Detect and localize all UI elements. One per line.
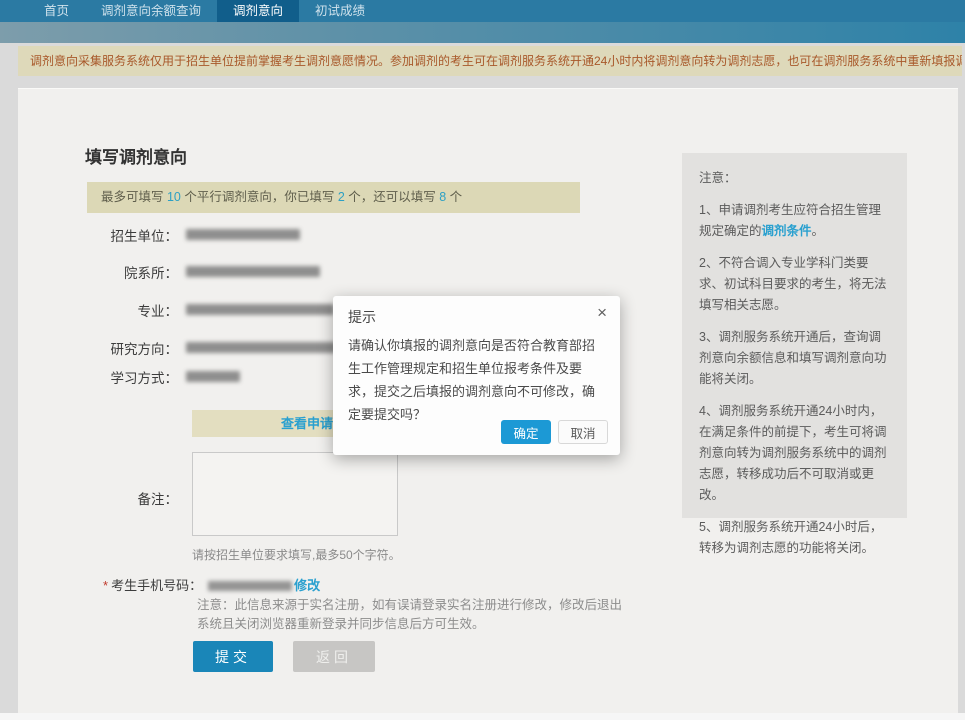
quota-text: 个 bbox=[446, 190, 462, 204]
field-label-department: 院系所： bbox=[85, 262, 178, 282]
redacted-value-study-mode bbox=[186, 371, 240, 382]
confirm-button[interactable]: 确定 bbox=[501, 420, 551, 444]
quota-info-banner: 最多可填写 10 个平行调剂意向，你已填写 2 个，还可以填写 8 个 bbox=[87, 182, 580, 213]
sidebar-note-5: 5、调剂服务系统开通24小时后，转移为调剂志愿的功能将关闭。 bbox=[699, 517, 890, 559]
modify-phone-link[interactable]: 修改 bbox=[294, 578, 320, 593]
sidebar-note-4: 4、调剂服务系统开通24小时内，在满足条件的前提下，考生可将调剂意向转为调剂服务… bbox=[699, 401, 890, 506]
system-notice-banner: 调剂意向采集服务系统仅用于招生单位提前掌握考生调剂意愿情况。参加调剂的考生可在调… bbox=[18, 46, 962, 76]
close-icon[interactable]: × bbox=[597, 304, 607, 321]
field-label-major: 专业： bbox=[85, 300, 178, 320]
field-label-research-direction: 研究方向： bbox=[85, 338, 178, 358]
required-asterisk: * bbox=[103, 578, 108, 593]
quota-text: 最多可填写 bbox=[101, 190, 167, 204]
quota-text: 个平行调剂意向，你已填写 bbox=[181, 190, 338, 204]
quota-max-count: 10 bbox=[167, 190, 181, 204]
notes-sidebar: 注意： 1、申请调剂考生应符合招生管理规定确定的调剂条件。 2、不符合调入专业学… bbox=[682, 153, 907, 518]
page-title: 填写调剂意向 bbox=[85, 143, 187, 168]
top-navbar: 首页 调剂意向余额查询 调剂意向 初试成绩 bbox=[0, 0, 965, 22]
adjustment-conditions-link[interactable]: 调剂条件 bbox=[762, 224, 812, 238]
phone-note-line1: 注意：此信息来源于实名注册，如有误请登录实名注册进行修改，修改后退出 bbox=[197, 596, 622, 615]
sidebar-note-1: 1、申请调剂考生应符合招生管理规定确定的调剂条件。 bbox=[699, 200, 890, 242]
phone-note-line2: 系统且关闭浏览器重新登录并同步信息后方可生效。 bbox=[197, 615, 485, 634]
sidebar-note-3: 3、调剂服务系统开通后，查询调剂意向余额信息和填写调剂意向功能将关闭。 bbox=[699, 327, 890, 390]
nav-tab-quota-query[interactable]: 调剂意向余额查询 bbox=[85, 0, 217, 22]
submit-button[interactable]: 提交 bbox=[193, 641, 273, 672]
phone-label: 考生手机号码： bbox=[111, 578, 202, 593]
redacted-value-admission-unit bbox=[186, 229, 300, 240]
navbar-sub-strip bbox=[0, 22, 965, 43]
remark-textarea[interactable] bbox=[192, 452, 398, 536]
redacted-value-research-direction bbox=[186, 342, 336, 353]
dialog-message: 请确认你填报的调剂意向是否符合教育部招生工作管理规定和招生单位报考条件及要求，提… bbox=[348, 334, 606, 426]
nav-tab-adjustment-intention[interactable]: 调剂意向 bbox=[217, 0, 299, 22]
sidebar-title: 注意： bbox=[699, 168, 890, 189]
page: 首页 调剂意向余额查询 调剂意向 初试成绩 调剂意向采集服务系统仅用于招生单位提… bbox=[0, 0, 965, 720]
nav-tab-home[interactable]: 首页 bbox=[28, 0, 85, 22]
confirm-dialog: 提示 × 请确认你填报的调剂意向是否符合教育部招生工作管理规定和招生单位报考条件… bbox=[333, 296, 620, 455]
phone-row: *考生手机号码： 修改 bbox=[103, 575, 320, 594]
field-label-admission-unit: 招生单位： bbox=[85, 225, 178, 245]
cancel-button[interactable]: 取消 bbox=[558, 420, 608, 444]
redacted-phone-number bbox=[208, 581, 292, 591]
remark-label: 备注： bbox=[85, 488, 178, 508]
redacted-value-major bbox=[186, 304, 334, 315]
nav-tab-initial-scores[interactable]: 初试成绩 bbox=[299, 0, 381, 22]
redacted-value-department bbox=[186, 266, 320, 277]
field-label-study-mode: 学习方式： bbox=[85, 367, 178, 387]
sidebar-note-2: 2、不符合调入专业学科门类要求、初试科目要求的考生，将无法填写相关志愿。 bbox=[699, 253, 890, 316]
remark-help-text: 请按招生单位要求填写,最多50个字符。 bbox=[192, 546, 401, 563]
quota-text: 个，还可以填写 bbox=[345, 190, 439, 204]
bottom-strip bbox=[0, 713, 965, 720]
dialog-title: 提示 bbox=[348, 307, 376, 327]
back-button[interactable]: 返回 bbox=[293, 641, 375, 672]
quota-filled-count: 2 bbox=[338, 190, 345, 204]
